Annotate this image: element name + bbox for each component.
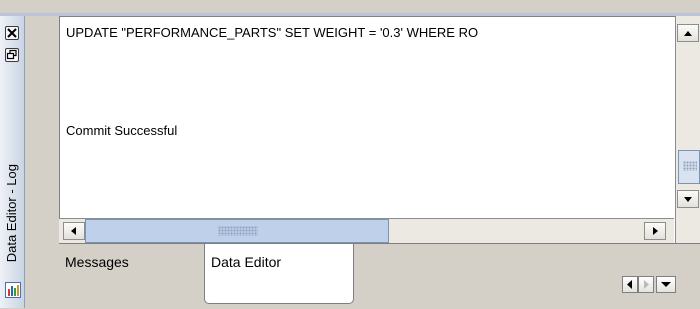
vertical-scroll-thumb[interactable] [678, 150, 700, 184]
tab-scroll-right-button[interactable] [638, 276, 654, 293]
tab-messages-label: Messages [65, 254, 129, 270]
panel-gutter [25, 16, 59, 276]
scroll-right-button[interactable] [644, 222, 666, 240]
tab-data-editor-label: Data Editor [211, 254, 282, 270]
data-editor-icon[interactable] [5, 282, 21, 298]
scroll-left-button[interactable] [63, 222, 85, 240]
tab-data-editor[interactable]: Data Editor [204, 244, 354, 304]
tab-scroll-left-button[interactable] [622, 276, 638, 293]
log-line-commit: Commit Successful [66, 123, 178, 138]
panel-title: Data Editor - Log [4, 163, 19, 262]
horizontal-scroll-thumb[interactable] [85, 219, 389, 243]
vertical-scrollbar[interactable] [675, 16, 700, 243]
close-icon[interactable] [5, 26, 19, 40]
scroll-up-button[interactable] [677, 24, 699, 42]
restore-icon[interactable] [5, 48, 19, 62]
tab-messages[interactable]: Messages [59, 244, 205, 304]
log-line-sql: UPDATE "PERFORMANCE_PARTS" SET WEIGHT = … [66, 25, 479, 40]
tab-list-dropdown-button[interactable] [656, 276, 676, 293]
scroll-down-button[interactable] [677, 190, 699, 208]
log-panel-side-strip: Data Editor - Log [0, 16, 25, 308]
log-output-area[interactable]: UPDATE "PERFORMANCE_PARTS" SET WEIGHT = … [59, 16, 675, 244]
